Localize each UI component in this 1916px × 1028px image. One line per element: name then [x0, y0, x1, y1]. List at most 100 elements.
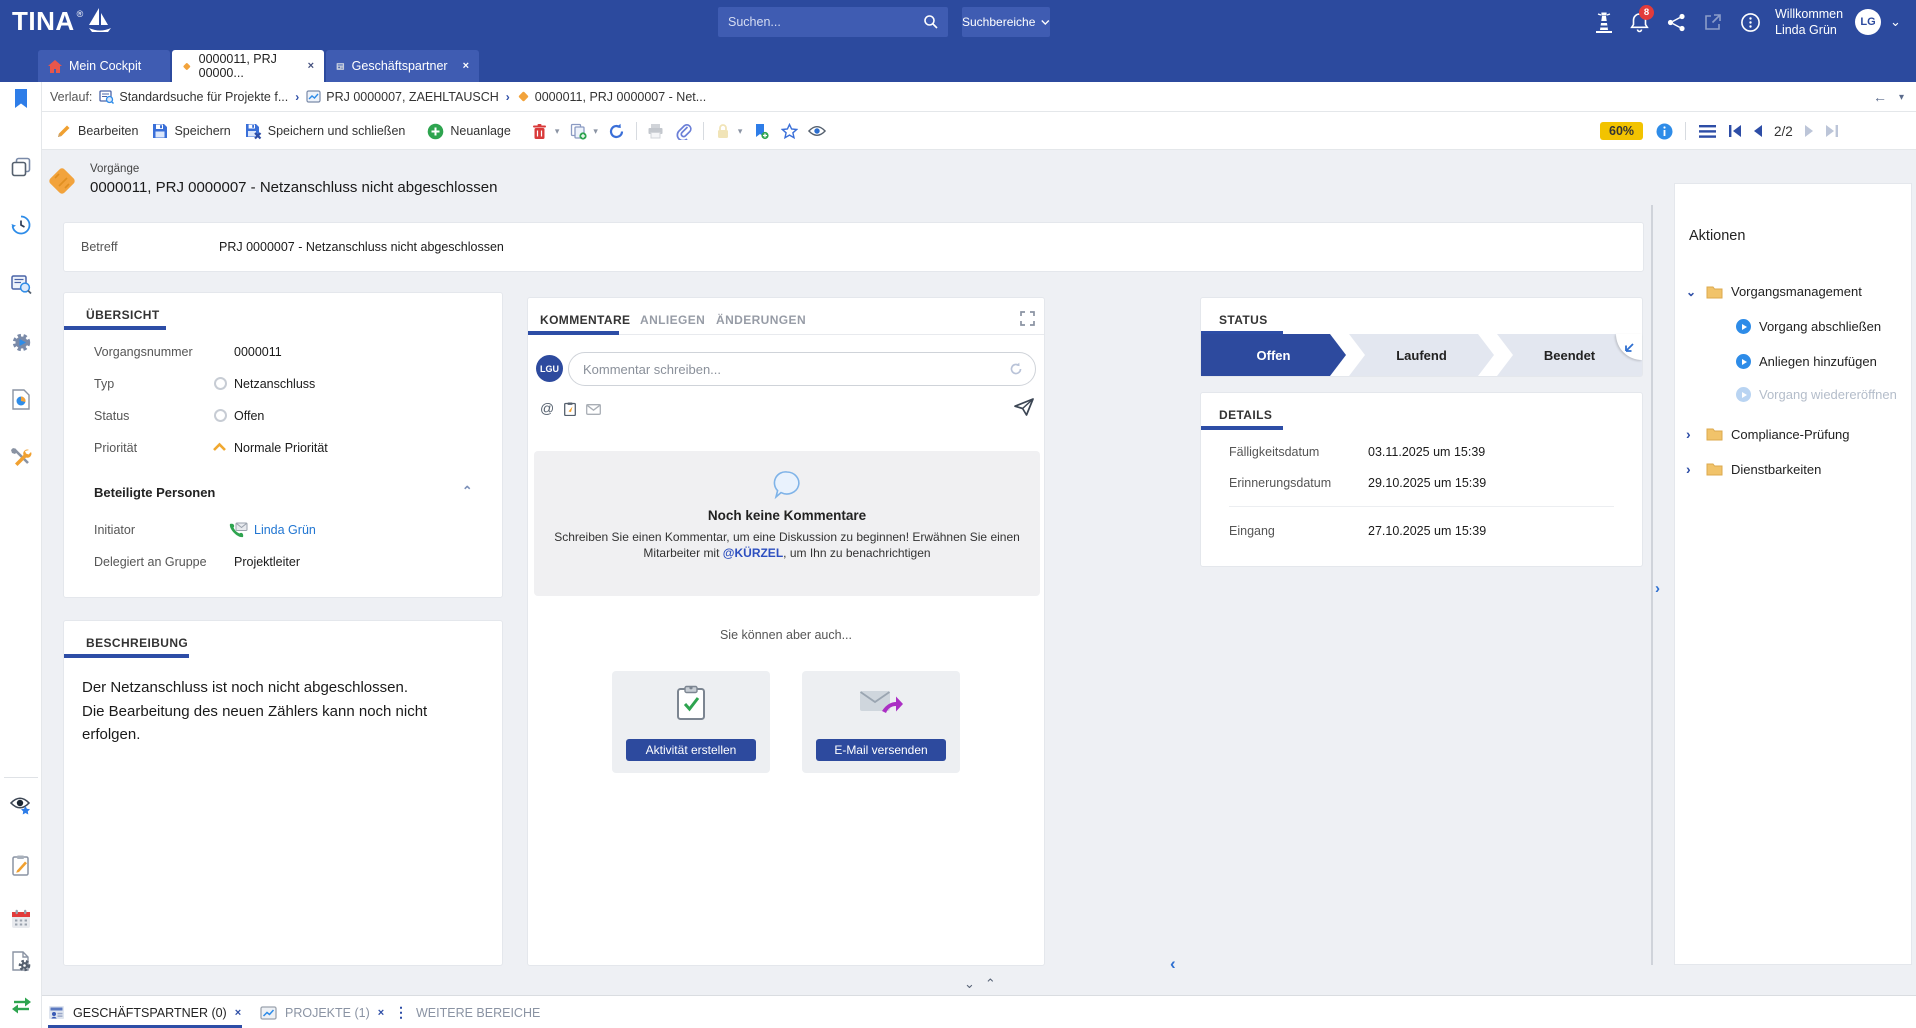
history-icon[interactable]	[10, 214, 32, 236]
bookmarks-icon[interactable]	[10, 88, 32, 110]
bookmark-add-button[interactable]	[752, 122, 770, 140]
list-menu-button[interactable]	[1698, 122, 1716, 140]
save-and-close-button[interactable]: Speichern und schließen	[243, 120, 408, 143]
send-comment-icon[interactable]	[1014, 398, 1034, 416]
next-record-icon[interactable]	[1804, 125, 1814, 137]
delete-button[interactable]	[531, 122, 549, 140]
action-anliegen-hinzufuegen[interactable]: Anliegen hinzufügen	[1736, 354, 1877, 369]
refresh-button[interactable]	[608, 122, 626, 140]
lock-button[interactable]	[714, 122, 732, 140]
tab-mein-cockpit[interactable]: Mein Cockpit	[38, 50, 170, 82]
bottom-tab-projekte[interactable]: PROJEKTE (1) ×	[260, 996, 384, 1028]
fullscreen-icon[interactable]	[1020, 311, 1035, 326]
notifications-bell-icon[interactable]: 8	[1627, 10, 1651, 34]
tree-group-vorgangsmanagement[interactable]: ⌄ Vorgangsmanagement	[1686, 284, 1862, 299]
more-options-icon[interactable]	[1738, 10, 1762, 34]
expand-actions-handle[interactable]: ›	[1655, 580, 1660, 597]
history-dropdown-icon[interactable]: ▾	[1899, 92, 1904, 103]
send-email-button[interactable]: E-Mail versenden	[816, 739, 946, 761]
user-menu-chevron-icon[interactable]: ⌄	[1890, 14, 1901, 30]
edit-button[interactable]: Bearbeiten	[54, 120, 140, 142]
tasks-icon[interactable]	[10, 854, 32, 876]
breadcrumb-item-search[interactable]: Standardsuche für Projekte f...	[99, 90, 288, 104]
create-new-button[interactable]: Neuanlage	[425, 120, 512, 143]
bottom-tab-weitere-bereiche[interactable]: ⋮ WEITERE BEREICHE	[394, 996, 540, 1028]
comment-refresh-icon[interactable]	[1009, 362, 1035, 376]
delete-dropdown-icon[interactable]: ▾	[555, 126, 560, 137]
mention-at-icon[interactable]: @	[540, 400, 554, 416]
collapse-down-icon[interactable]: ⌄	[964, 976, 975, 992]
copy-button[interactable]	[569, 122, 587, 140]
tab-geschaeftspartner[interactable]: Geschäftspartner ×	[326, 50, 479, 82]
page-title: 0000011, PRJ 0000007 - Netzanschluss nic…	[90, 179, 497, 196]
mention-link[interactable]: @KÜRZEL	[723, 546, 783, 560]
search-records-icon[interactable]	[10, 274, 32, 296]
also-text: Sie können aber auch...	[528, 628, 1044, 642]
action-vorgang-wiedereroeffnen[interactable]: Vorgang wiedereröffnen	[1736, 387, 1897, 402]
mail-comment-icon[interactable]	[586, 404, 601, 415]
field-value: Offen	[234, 409, 264, 423]
status-step-offen[interactable]: Offen	[1201, 334, 1346, 376]
search-icon[interactable]	[923, 14, 948, 30]
close-tab-icon[interactable]: ×	[235, 1007, 241, 1019]
user-avatar[interactable]: LG	[1855, 9, 1881, 35]
sync-icon[interactable]	[10, 994, 32, 1016]
print-button[interactable]	[647, 122, 665, 140]
history-back-icon[interactable]: ←	[1873, 89, 1887, 105]
copy-dropdown-icon[interactable]: ▾	[593, 126, 598, 137]
collapse-right-column-handle[interactable]: ‹	[1170, 954, 1176, 974]
bottom-tab-geschaeftspartner[interactable]: GESCHÄFTSPARTNER (0) ×	[48, 996, 241, 1028]
chat-bubble-icon	[771, 469, 803, 501]
favorite-star-button[interactable]	[780, 122, 798, 140]
tab-anliegen[interactable]: ANLIEGEN	[640, 313, 705, 327]
tree-group-dienstbarkeiten[interactable]: › Dienstbarkeiten	[1686, 461, 1821, 477]
create-activity-button[interactable]: Aktivität erstellen	[626, 739, 756, 761]
tools-icon[interactable]	[10, 445, 32, 467]
tab-beschreibung[interactable]: BESCHREIBUNG	[86, 636, 188, 650]
close-tab-icon[interactable]: ×	[455, 60, 469, 72]
save-button[interactable]: Speichern	[150, 120, 232, 142]
close-tab-icon[interactable]: ×	[378, 1007, 384, 1019]
first-record-icon[interactable]	[1728, 125, 1742, 137]
action-vorgang-abschliessen[interactable]: Vorgang abschließen	[1736, 319, 1881, 334]
close-tab-icon[interactable]: ×	[300, 60, 314, 72]
prev-record-icon[interactable]	[1753, 125, 1763, 137]
search-areas-dropdown[interactable]: Suchbereiche	[962, 7, 1050, 37]
breadcrumb-item-vorgang[interactable]: 0000011, PRJ 0000007 - Net...	[517, 90, 706, 104]
initiator-link[interactable]: Linda Grün	[254, 523, 316, 537]
tab-details[interactable]: DETAILS	[1219, 408, 1272, 422]
tab-aenderungen[interactable]: ÄNDERUNGEN	[716, 313, 806, 327]
info-button[interactable]	[1655, 122, 1673, 140]
calendar-icon[interactable]	[10, 908, 32, 930]
tab-status[interactable]: STATUS	[1219, 313, 1268, 327]
mail-forward-icon	[858, 689, 904, 719]
tab-vorgang[interactable]: 0000011, PRJ 00000... ×	[172, 50, 324, 82]
comment-input[interactable]	[569, 362, 1009, 377]
lighthouse-icon[interactable]	[1592, 10, 1616, 34]
watchlist-icon[interactable]	[10, 794, 32, 816]
search-input[interactable]	[718, 15, 923, 29]
tab-uebersicht[interactable]: ÜBERSICHT	[86, 308, 160, 322]
open-external-icon[interactable]	[1700, 10, 1724, 34]
reports-icon[interactable]	[10, 388, 32, 410]
insert-task-icon[interactable]	[564, 402, 576, 416]
lock-dropdown-icon[interactable]: ▾	[738, 126, 743, 137]
windows-icon[interactable]	[10, 156, 32, 178]
tab-kommentare[interactable]: KOMMENTARE	[540, 313, 630, 327]
breadcrumb-separator: ›	[506, 90, 510, 104]
tree-group-compliance[interactable]: › Compliance-Prüfung	[1686, 426, 1850, 442]
watch-eye-button[interactable]	[808, 122, 826, 140]
process-settings-icon[interactable]	[10, 331, 32, 353]
document-settings-icon[interactable]	[10, 950, 32, 972]
collapse-up-icon[interactable]: ⌃	[985, 976, 996, 992]
share-icon[interactable]	[1664, 10, 1688, 34]
content-scrollbar[interactable]	[1651, 205, 1653, 965]
breadcrumb-item-project[interactable]: PRJ 0000007, ZAEHLTAUSCH	[306, 90, 499, 104]
collapse-section-icon[interactable]: ⌃	[462, 483, 472, 498]
app-window: TINA ® Suchbereiche 8	[0, 0, 1916, 1028]
status-step-laufend[interactable]: Laufend	[1349, 334, 1494, 376]
last-record-icon[interactable]	[1825, 125, 1839, 137]
progress-badge[interactable]: 60%	[1600, 122, 1643, 140]
attachments-button[interactable]	[675, 122, 693, 140]
comment-avatar: LGU	[536, 355, 563, 382]
